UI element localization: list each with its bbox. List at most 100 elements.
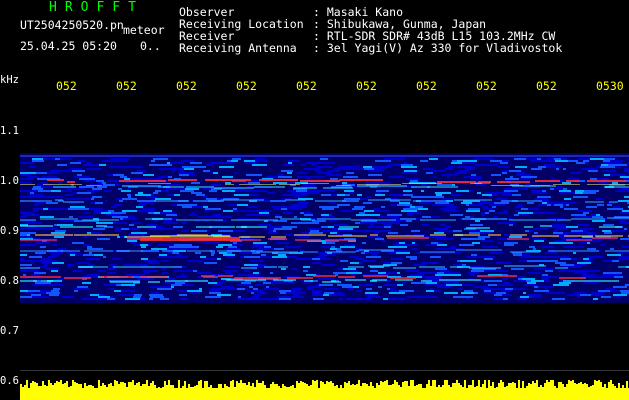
noise-level-bar [460,385,462,400]
noise-speckle [199,288,202,290]
noise-speckle [624,196,629,198]
noise-speckle [338,228,353,230]
noise-speckle [20,162,34,164]
noise-speckle [298,202,309,204]
noise-speckle [426,172,433,174]
noise-level-bar [426,384,428,400]
noise-speckle [528,272,541,274]
noise-speckle [554,204,563,206]
noise-speckle [435,202,449,204]
noise-speckle [560,206,563,208]
noise-speckle [143,270,158,272]
noise-speckle [513,254,522,256]
echo-streak [595,235,623,237]
noise-level-bar [516,388,518,400]
noise-speckle [239,252,246,254]
noise-speckle [58,248,66,250]
noise-speckle [29,166,36,168]
noise-speckle [312,258,320,260]
noise-level-bar [530,384,532,400]
noise-level-bar [586,384,588,400]
noise-speckle [497,284,513,286]
noise-speckle [264,288,279,290]
noise-speckle [407,214,413,216]
echo-streak [231,219,278,221]
echo-streak [462,218,507,220]
noise-speckle [252,164,267,166]
noise-speckle [29,256,36,258]
noise-speckle [36,256,42,258]
noise-speckle [213,172,218,174]
echo-streak [84,250,113,252]
noise-speckle [397,284,403,286]
noise-speckle [167,220,171,222]
noise-speckle [275,216,282,218]
noise-speckle [23,214,39,216]
noise-speckle [96,222,106,224]
noise-speckle [130,286,134,288]
noise-speckle [128,216,135,218]
noise-speckle [30,192,34,194]
noise-speckle [368,170,384,172]
noise-speckle [603,160,610,162]
noise-speckle [603,224,609,226]
noise-speckle [50,196,63,198]
noise-speckle [191,182,200,184]
echo-streak [47,179,64,181]
noise-speckle [144,260,158,262]
noise-level-bar [184,381,186,400]
echo-streak [176,219,223,221]
noise-speckle [277,174,284,176]
noise-speckle [531,280,544,282]
noise-speckle [474,292,478,294]
noise-speckle [538,286,554,288]
noise-speckle [608,164,619,166]
noise-speckle [218,244,232,246]
noise-speckle [591,214,596,216]
noise-speckle [454,274,461,276]
noise-level-bar [242,383,244,400]
noise-speckle [118,160,128,162]
noise-speckle [300,258,312,260]
noise-speckle [319,284,333,286]
noise-speckle [591,294,596,296]
noise-speckle [529,230,533,232]
noise-speckle [545,288,548,290]
noise-speckle [460,166,475,168]
noise-speckle [607,208,623,210]
noise-speckle [618,200,629,202]
noise-level-bar [140,386,142,400]
noise-level-bar [228,387,230,400]
noise-speckle [173,250,186,252]
noise-speckle [578,232,593,234]
noise-speckle [151,292,159,294]
noise-speckle [62,296,74,298]
noise-level-bar [128,382,130,400]
noise-speckle [478,236,490,238]
echo-streak [571,218,605,220]
noise-speckle [257,248,265,250]
noise-speckle [446,284,462,286]
noise-level-bar [466,388,468,400]
noise-speckle [187,290,202,292]
noise-speckle [500,162,508,164]
noise-speckle [619,188,629,190]
noise-speckle [592,216,603,218]
time-tick: 052 [116,79,137,93]
noise-speckle [121,190,131,192]
file-name: UT2504250520.pn [20,18,124,32]
echo-streak [488,234,501,236]
noise-speckle [525,230,529,232]
noise-speckle [105,200,108,202]
noise-speckle [36,260,51,262]
noise-speckle [185,188,199,190]
noise-speckle [79,186,94,188]
time-tick: 052 [236,79,257,93]
noise-speckle [78,216,93,218]
noise-speckle [350,262,359,264]
noise-speckle [497,162,500,164]
noise-speckle [142,208,155,210]
noise-speckle [303,184,315,186]
time-tick: 052 [296,79,317,93]
noise-speckle [130,178,146,180]
